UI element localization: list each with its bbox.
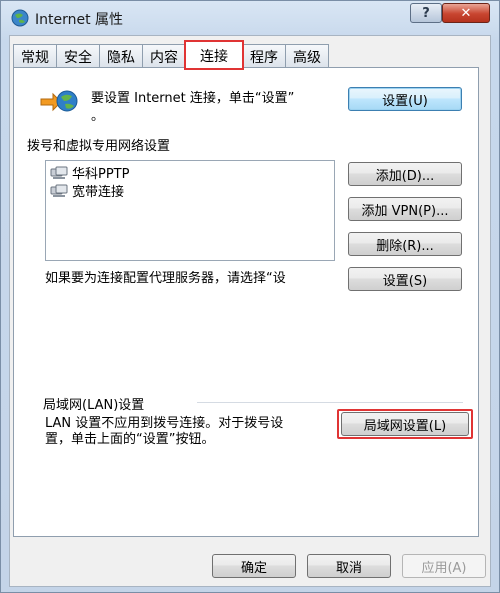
setup-button[interactable]: 设置(U) — [348, 87, 462, 111]
tab-security[interactable]: 安全 — [56, 44, 100, 68]
tab-label: 隐私 — [107, 49, 135, 66]
tab-label: 常规 — [21, 49, 49, 66]
dialup-settings-button[interactable]: 设置(S) — [348, 267, 462, 291]
close-icon: ✕ — [460, 5, 472, 21]
close-button[interactable]: ✕ — [442, 3, 490, 23]
internet-globe-icon — [11, 9, 29, 27]
tab-connections[interactable]: 连接 — [184, 40, 244, 70]
title-bar[interactable]: Internet 属性 ? ✕ — [1, 1, 499, 35]
connections-listbox[interactable]: 华科PPTP 宽带连接 — [45, 160, 335, 261]
list-item[interactable]: 宽带连接 — [50, 182, 125, 200]
tab-label: 高级 — [293, 49, 321, 66]
window-title: Internet 属性 — [35, 12, 124, 28]
tab-privacy[interactable]: 隐私 — [99, 44, 143, 68]
lan-settings-button[interactable]: 局域网设置(L) — [341, 412, 469, 436]
tab-label: 安全 — [64, 49, 92, 66]
list-item[interactable]: 华科PPTP — [50, 164, 130, 182]
proxy-instruction-text: 如果要为连接配置代理服务器，请选择“设 — [45, 271, 286, 286]
add-vpn-button[interactable]: 添加 VPN(P)... — [348, 197, 462, 221]
network-connection-icon — [50, 184, 68, 197]
cancel-button[interactable]: 取消 — [307, 554, 391, 578]
tab-advanced[interactable]: 高级 — [285, 44, 329, 68]
lan-instruction-text-cont: 置，单击上面的“设置”按钮。 — [45, 432, 215, 447]
tab-label: 程序 — [250, 49, 278, 66]
apply-button[interactable]: 应用(A) — [402, 554, 486, 578]
help-icon: ? — [422, 5, 430, 21]
setup-instruction-text: 要设置 Internet 连接，单击“设置” — [91, 91, 295, 106]
dialup-vpn-heading: 拨号和虚拟专用网络设置 — [27, 139, 171, 154]
tab-strip: 常规 安全 隐私 内容 连接 程序 高级 — [13, 40, 329, 70]
remove-connection-button[interactable]: 删除(R)... — [348, 232, 462, 256]
internet-properties-window: Internet 属性 ? ✕ 常规 安全 隐私 内容 连接 程序 高级 要设置… — [0, 0, 500, 593]
connection-label: 宽带连接 — [72, 185, 125, 200]
ok-button[interactable]: 确定 — [212, 554, 296, 578]
tab-label: 内容 — [150, 49, 178, 66]
tab-label: 连接 — [200, 48, 228, 65]
connection-label: 华科PPTP — [72, 167, 130, 182]
tab-content[interactable]: 内容 — [142, 44, 186, 68]
help-button[interactable]: ? — [410, 3, 442, 23]
section-divider — [197, 402, 463, 403]
lan-settings-heading: 局域网(LAN)设置 — [43, 398, 145, 413]
add-connection-button[interactable]: 添加(D)... — [348, 162, 462, 186]
connection-wizard-icon — [40, 90, 78, 112]
setup-instruction-text-cont: 。 — [91, 109, 105, 124]
tab-general[interactable]: 常规 — [13, 44, 57, 68]
network-connection-icon — [50, 166, 68, 179]
lan-instruction-text: LAN 设置不应用到拨号连接。对于拨号设 — [45, 416, 284, 431]
tab-programs[interactable]: 程序 — [242, 44, 286, 68]
